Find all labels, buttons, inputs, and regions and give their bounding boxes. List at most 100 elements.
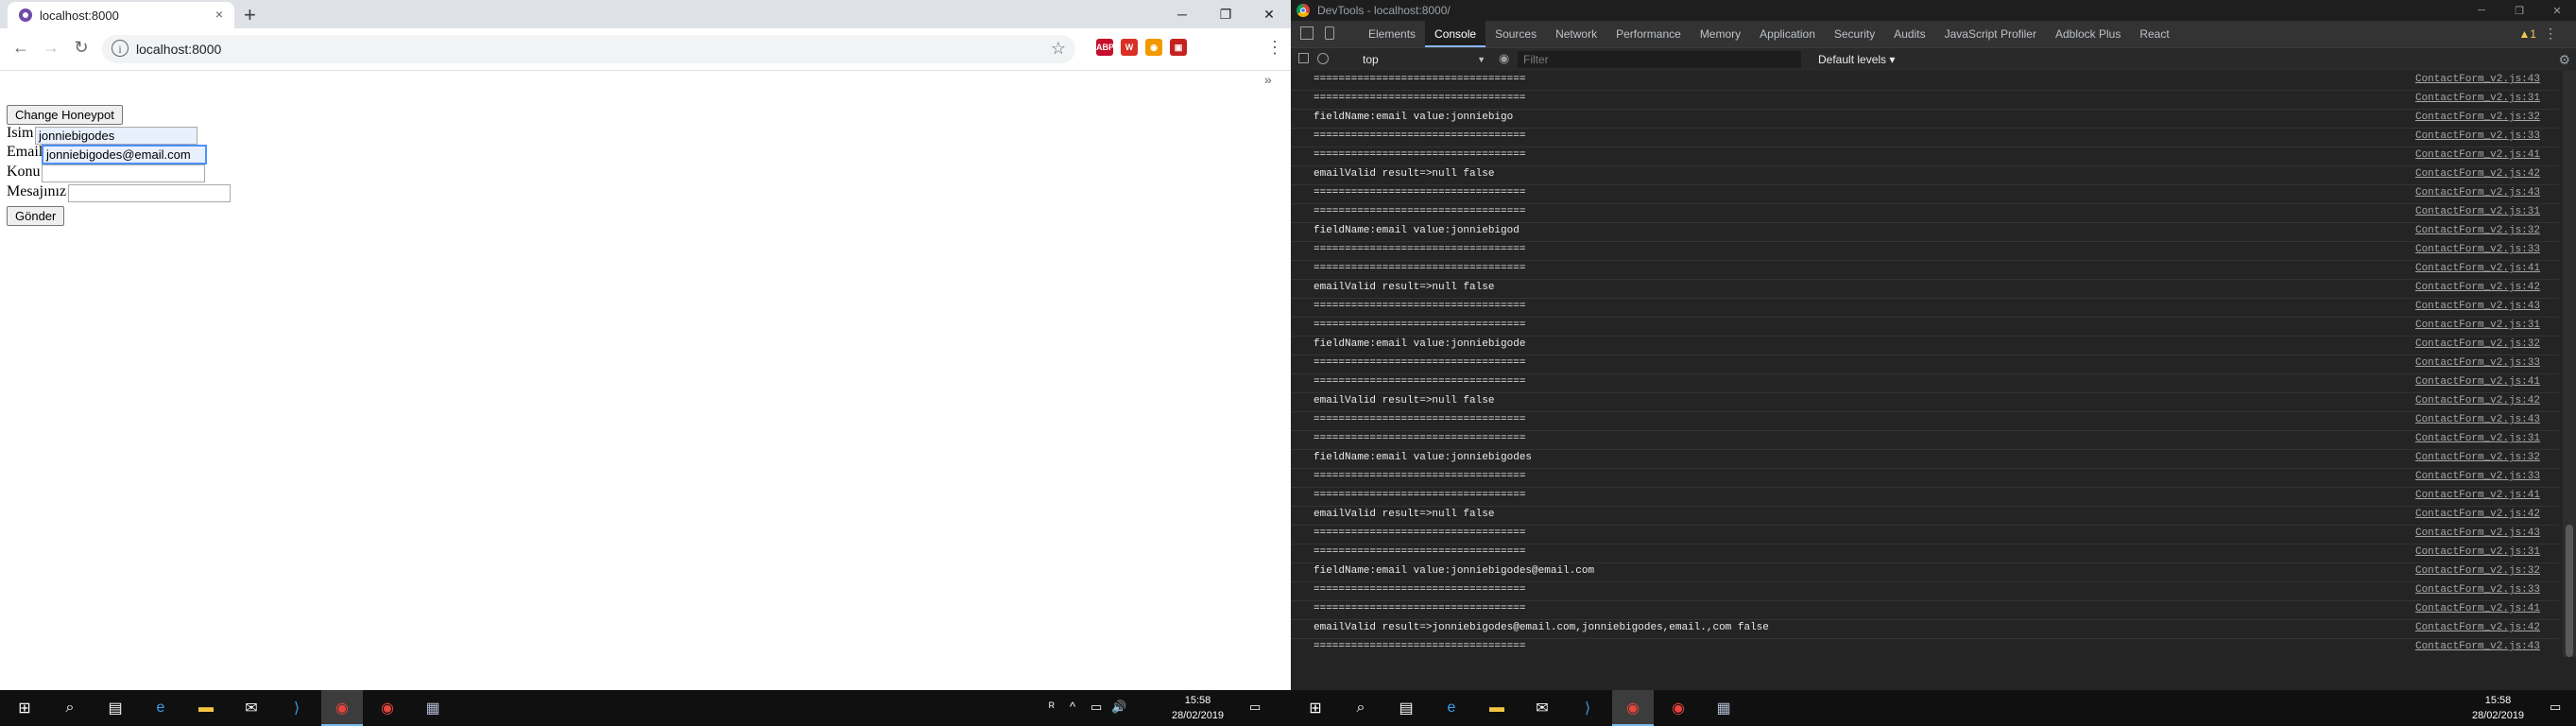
console-source-link[interactable]: ContactForm_v2.js:43 [2415,74,2540,85]
console-source-link[interactable]: ContactForm_v2.js:31 [2415,546,2540,558]
console-source-link[interactable]: ContactForm_v2.js:41 [2415,603,2540,614]
console-source-link[interactable]: ContactForm_v2.js:31 [2415,93,2540,104]
console-source-link[interactable]: ContactForm_v2.js:33 [2415,130,2540,142]
back-button[interactable]: ← [9,38,32,58]
extension-icon[interactable]: ◉ [1145,39,1162,56]
console-source-link[interactable]: ContactForm_v2.js:41 [2415,263,2540,274]
console-source-link[interactable]: ContactForm_v2.js:41 [2415,376,2540,388]
edge-icon[interactable]: e [149,697,172,719]
tray-icon[interactable]: ▭ [1091,700,1102,715]
devtools-close-button[interactable]: ✕ [2538,0,2576,21]
tray-icon[interactable]: ᴿ [1049,700,1055,714]
message-input[interactable] [68,184,231,202]
warning-count-badge[interactable]: ▲1 [2518,27,2536,41]
start-icon[interactable]: ⊞ [1304,697,1327,719]
console-source-link[interactable]: ContactForm_v2.js:42 [2415,282,2540,293]
eye-icon[interactable]: ◉ [1499,52,1510,64]
console-source-link[interactable]: ContactForm_v2.js:33 [2415,471,2540,482]
change-honeypot-button[interactable]: Change Honeypot [7,105,123,125]
vscode-icon[interactable]: ⟩ [1576,697,1599,719]
browser-tab[interactable]: localhost:8000 × [8,2,234,28]
context-selector[interactable]: top ▼ [1357,51,1489,68]
console-source-link[interactable]: ContactForm_v2.js:42 [2415,395,2540,406]
taskbar-clock[interactable]: 15:58 28/02/2019 [2472,693,2524,723]
app-icon[interactable]: ▦ [421,697,444,719]
console-source-link[interactable]: ContactForm_v2.js:43 [2415,527,2540,539]
settings-gear-icon[interactable]: ⚙ [2558,52,2570,68]
search-icon[interactable]: ⌕ [1349,697,1372,719]
app-icon[interactable]: ▦ [1712,697,1735,719]
task-view-icon[interactable]: ▤ [1395,697,1417,719]
log-levels-dropdown[interactable]: Default levels ▾ [1811,51,1895,68]
submit-button[interactable]: Gönder [7,206,65,226]
minimize-button[interactable]: ─ [1160,0,1204,28]
devtools-maximize-button[interactable]: ❐ [2500,0,2538,21]
tab-react[interactable]: React [2130,21,2178,47]
tab-elements[interactable]: Elements [1359,21,1425,47]
tray-icon[interactable]: ^ [1070,700,1075,714]
notification-icon[interactable]: ▭ [2550,700,2561,715]
console-source-link[interactable]: ContactForm_v2.js:43 [2415,641,2540,652]
console-source-link[interactable]: ContactForm_v2.js:31 [2415,206,2540,217]
task-view-icon[interactable]: ▤ [104,697,127,719]
console-source-link[interactable]: ContactForm_v2.js:32 [2415,565,2540,577]
extension-icon[interactable]: W [1121,39,1138,56]
tab-adblock-plus[interactable]: Adblock Plus [2046,21,2130,47]
console-source-link[interactable]: ContactForm_v2.js:42 [2415,509,2540,520]
console-scrollbar-thumb[interactable] [2566,525,2573,657]
console-source-link[interactable]: ContactForm_v2.js:32 [2415,338,2540,350]
console-source-link[interactable]: ContactForm_v2.js:32 [2415,452,2540,463]
tab-application[interactable]: Application [1750,21,1825,47]
extension-icon[interactable]: ▣ [1170,39,1187,56]
console-source-link[interactable]: ContactForm_v2.js:31 [2415,433,2540,444]
tab-memory[interactable]: Memory [1691,21,1750,47]
console-source-link[interactable]: ContactForm_v2.js:32 [2415,225,2540,236]
devtools-menu-icon[interactable]: ⋮ [2544,26,2557,42]
tab-network[interactable]: Network [1546,21,1606,47]
console-source-link[interactable]: ContactForm_v2.js:33 [2415,357,2540,369]
bookmark-star-icon[interactable]: ☆ [1051,39,1066,59]
console-source-link[interactable]: ContactForm_v2.js:42 [2415,622,2540,633]
console-source-link[interactable]: ContactForm_v2.js:43 [2415,414,2540,425]
edge-icon[interactable]: e [1440,697,1463,719]
file-explorer-icon[interactable]: ▬ [1485,697,1508,719]
bookmarks-overflow-icon[interactable]: » [1264,72,1272,87]
subject-input[interactable] [42,164,205,182]
console-filter-input[interactable]: Filter [1518,51,1801,68]
tab-javascript-profiler[interactable]: JavaScript Profiler [1935,21,2046,47]
info-icon[interactable]: i [112,40,129,57]
console-source-link[interactable]: ContactForm_v2.js:33 [2415,244,2540,255]
console-source-link[interactable]: ContactForm_v2.js:43 [2415,187,2540,199]
chrome-icon[interactable]: ◉ [1622,697,1644,719]
start-icon[interactable]: ⊞ [13,697,36,719]
device-toolbar-icon[interactable] [1325,26,1334,40]
name-input[interactable]: jonniebigodes [35,127,197,145]
reload-button[interactable]: ↻ [70,38,93,58]
search-icon[interactable]: ⌕ [59,697,81,719]
console-source-link[interactable]: ContactForm_v2.js:33 [2415,584,2540,596]
chrome-icon[interactable]: ◉ [331,697,353,719]
vscode-icon[interactable]: ⟩ [285,697,308,719]
chrome-icon-2[interactable]: ◉ [1667,697,1690,719]
tab-audits[interactable]: Audits [1884,21,1934,47]
clear-console-icon[interactable] [1317,53,1329,64]
tab-performance[interactable]: Performance [1606,21,1691,47]
extension-icon[interactable]: ABP [1096,39,1114,56]
new-tab-button[interactable]: + [244,3,256,27]
email-input[interactable]: jonniebigodes@email.com [42,145,207,164]
address-bar[interactable]: i localhost:8000 ☆ [102,35,1075,63]
console-source-link[interactable]: ContactForm_v2.js:43 [2415,301,2540,312]
devtools-minimize-button[interactable]: ─ [2463,0,2500,21]
sidebar-toggle-icon[interactable] [1298,53,1309,63]
forward-button[interactable]: → [40,38,62,58]
tray-icon[interactable]: 🔊 [1111,700,1126,715]
mail-icon[interactable]: ✉ [1531,697,1554,719]
inspect-element-icon[interactable] [1300,26,1314,40]
notification-icon[interactable]: ▭ [1249,700,1261,715]
chrome-icon-2[interactable]: ◉ [376,697,399,719]
tab-security[interactable]: Security [1825,21,1884,47]
tab-close-icon[interactable]: × [215,7,223,22]
tab-sources[interactable]: Sources [1485,21,1546,47]
console-source-link[interactable]: ContactForm_v2.js:42 [2415,168,2540,180]
console-source-link[interactable]: ContactForm_v2.js:32 [2415,112,2540,123]
